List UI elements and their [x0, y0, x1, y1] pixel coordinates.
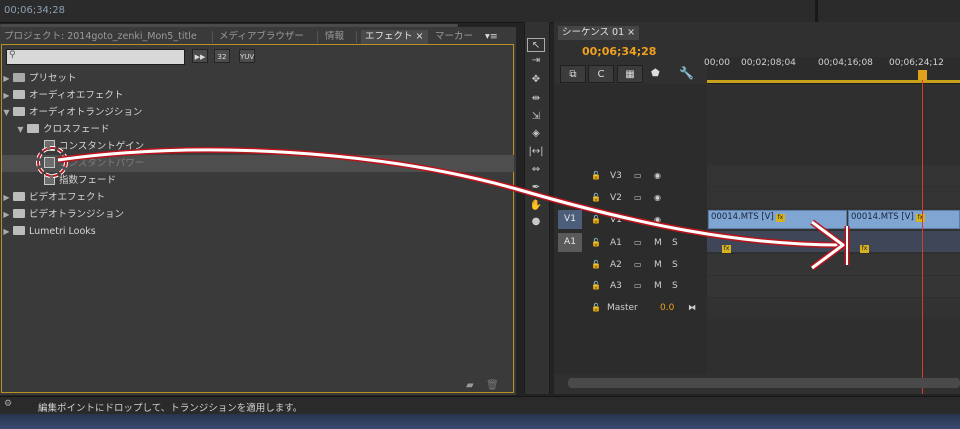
drag-annotation — [36, 146, 850, 271]
drag-arrow-path — [57, 147, 841, 248]
